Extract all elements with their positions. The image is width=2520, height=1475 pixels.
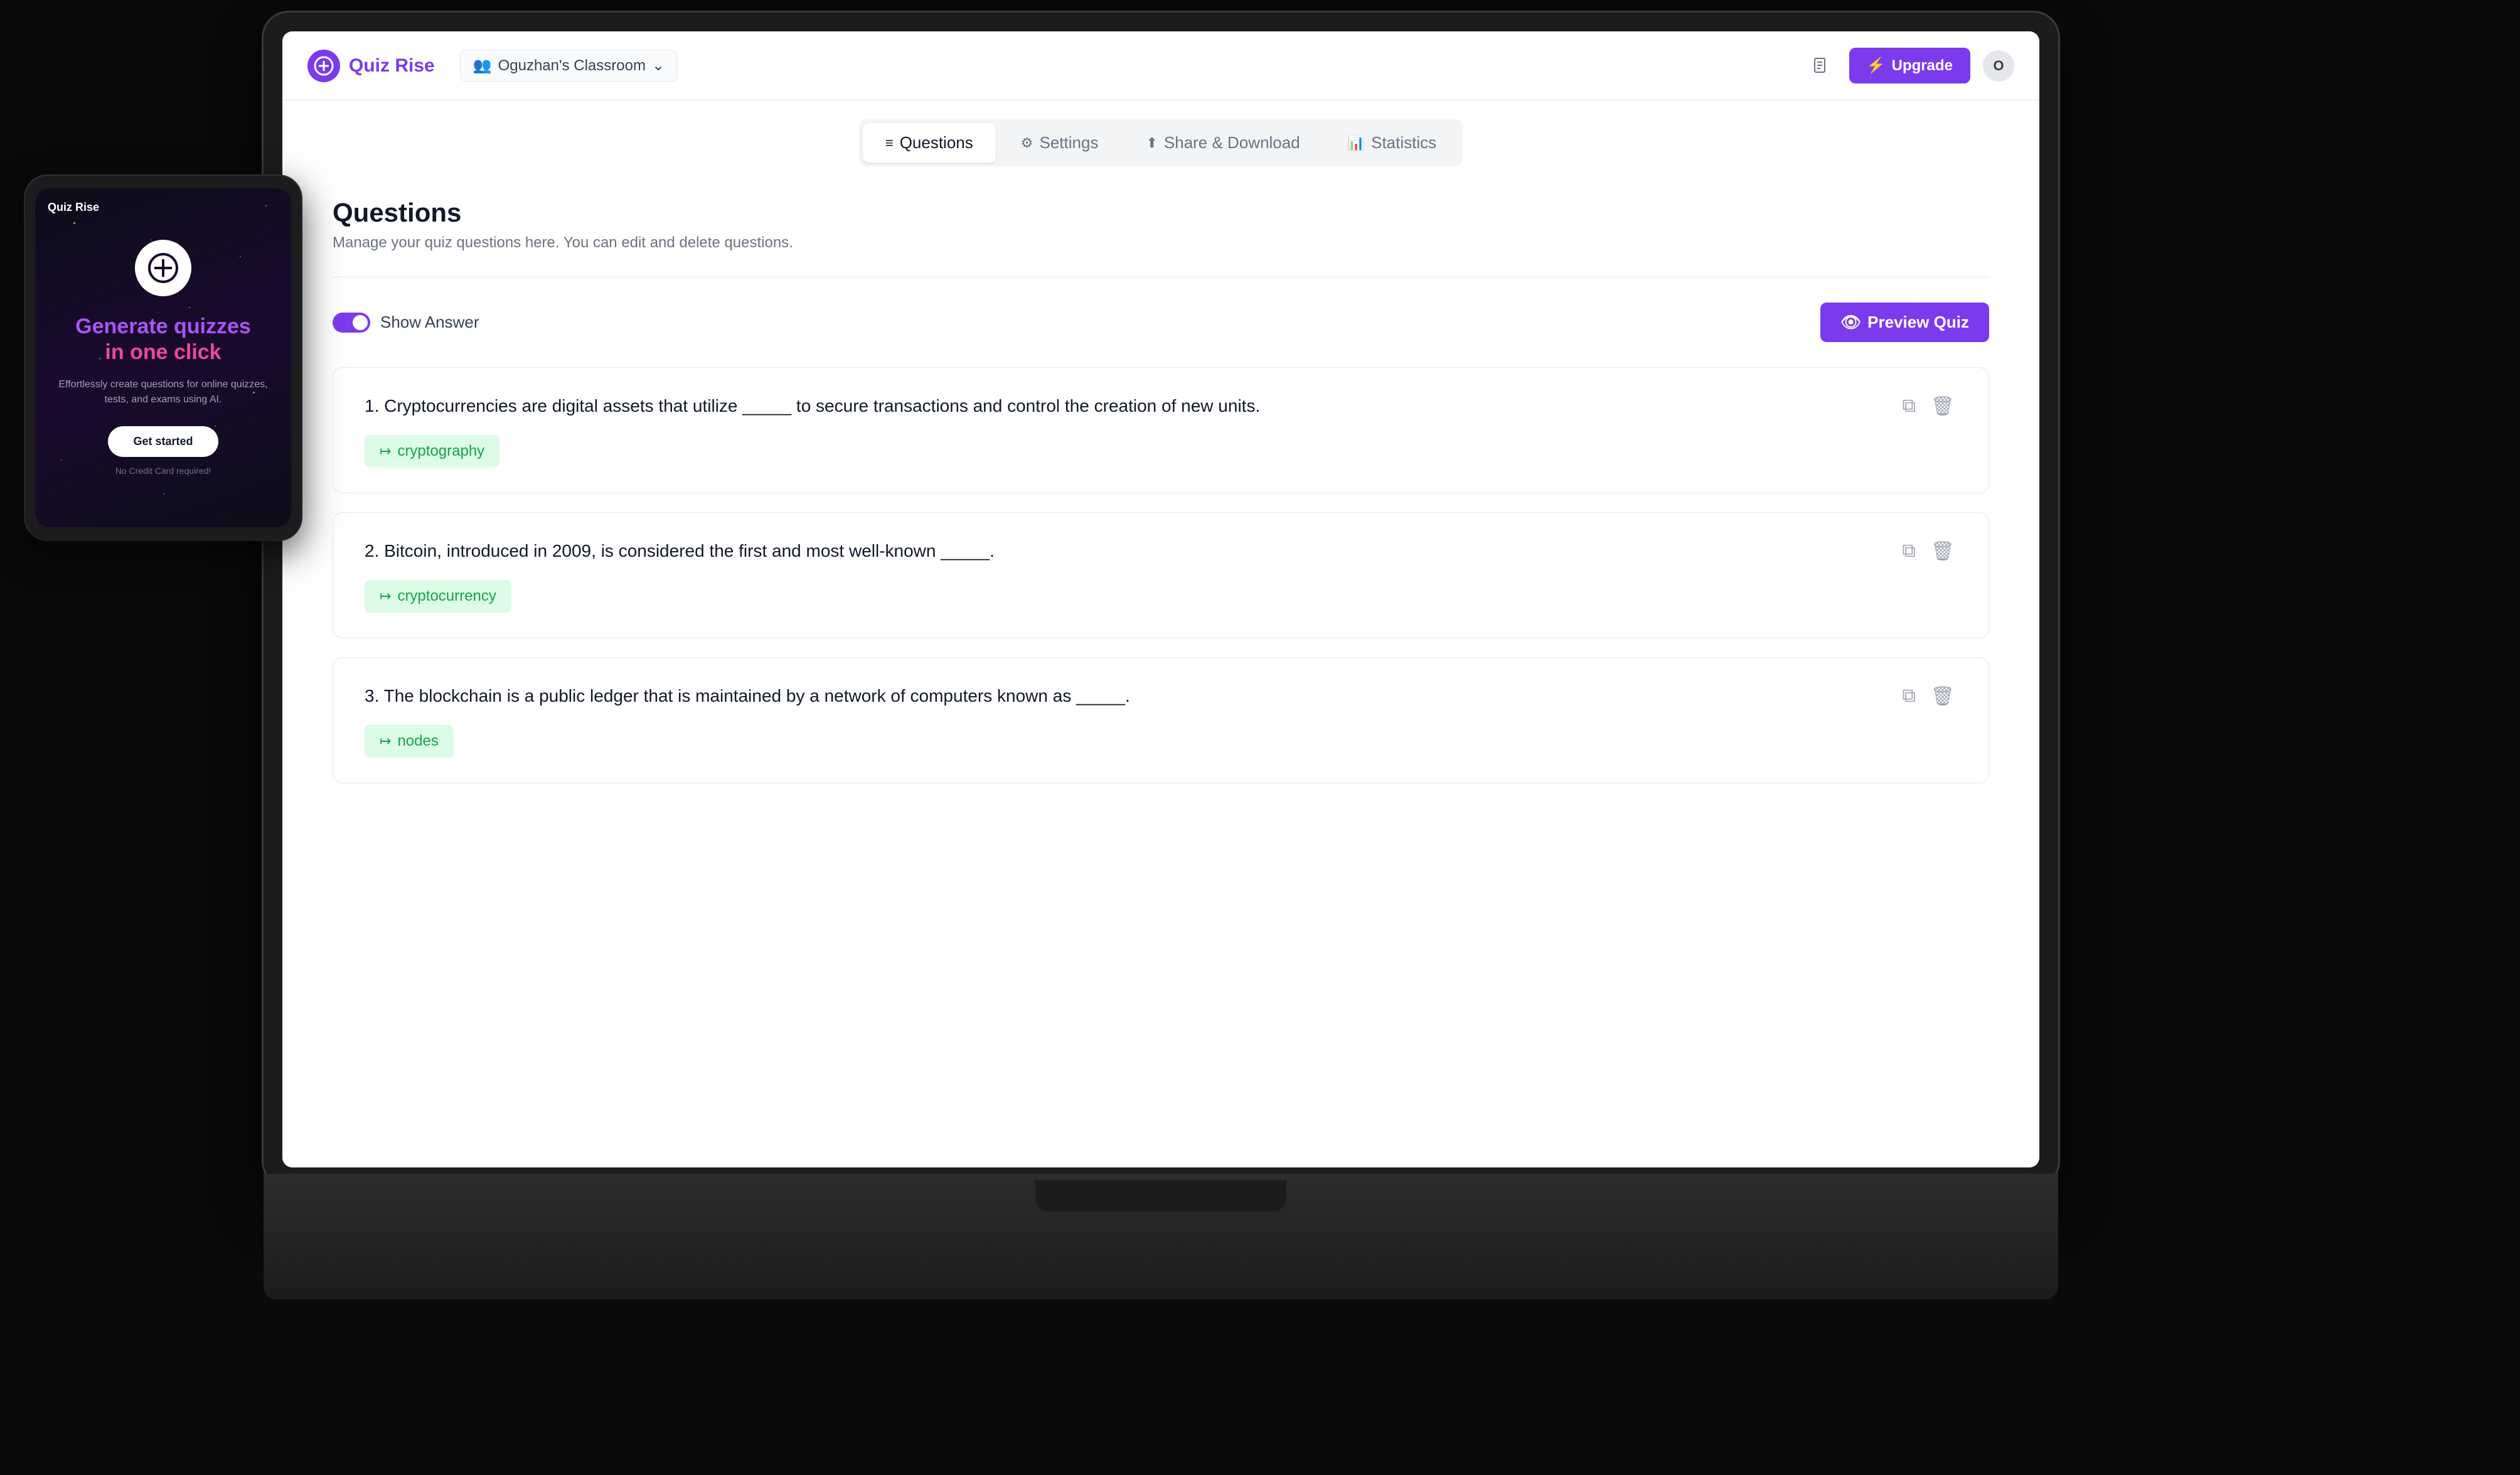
- preview-quiz-label: Preview Quiz: [1867, 313, 1969, 332]
- delete-icon-q2[interactable]: 🗑: [1928, 538, 1957, 565]
- answer-text-q3: nodes: [397, 732, 438, 750]
- tab-share-label: Share & Download: [1164, 133, 1300, 153]
- avatar-initial: O: [1993, 58, 2004, 74]
- preview-icon: 👁: [1840, 313, 1861, 332]
- answer-badge-q3: ↦ nodes: [365, 725, 454, 758]
- tablet-device: Quiz Rise Generate quizzes in one click …: [25, 176, 301, 540]
- tablet-app-name: Quiz Rise: [48, 201, 99, 214]
- upgrade-icon: ⚡: [1867, 56, 1886, 75]
- header-left: Quiz Rise 👥 Oguzhan's Classroom ⌄: [307, 50, 678, 82]
- question-2-text: 2. Bitcoin, introduced in 2009, is consi…: [365, 538, 1874, 564]
- show-answer-label: Show Answer: [380, 313, 479, 332]
- tablet-subtitle: Effortlessly create questions for online…: [54, 377, 272, 407]
- tab-statistics-label: Statistics: [1371, 133, 1436, 153]
- answer-text-q1: cryptography: [397, 442, 484, 460]
- classroom-icon: 👥: [473, 56, 492, 75]
- question-3-header: 3. The blockchain is a public ledger tha…: [365, 683, 1957, 710]
- question-3-actions: ⧉ 🗑: [1899, 683, 1957, 710]
- classroom-name: Oguzhan's Classroom: [498, 57, 646, 75]
- tab-settings[interactable]: ⚙ Settings: [998, 123, 1121, 163]
- question-1-actions: ⧉ 🗑: [1899, 393, 1957, 420]
- laptop-screen: Quiz Rise 👥 Oguzhan's Classroom ⌄: [282, 31, 2039, 1167]
- laptop-bezel: Quiz Rise 👥 Oguzhan's Classroom ⌄: [264, 13, 2058, 1186]
- header: Quiz Rise 👥 Oguzhan's Classroom ⌄: [282, 31, 2039, 100]
- preview-quiz-button[interactable]: 👁 Preview Quiz: [1820, 303, 1989, 342]
- avatar-button[interactable]: O: [1983, 50, 2014, 82]
- tablet-get-started-button[interactable]: Get started: [108, 426, 218, 457]
- question-card-1: 1. Cryptocurrencies are digital assets t…: [333, 367, 1989, 493]
- answer-badge-q2: ↦ cryptocurrency: [365, 580, 511, 613]
- delete-icon-q3[interactable]: 🗑: [1928, 683, 1957, 710]
- tab-questions[interactable]: ≡ Questions: [863, 123, 996, 163]
- logo-text: Quiz Rise: [349, 55, 435, 77]
- tablet-logo-icon: [135, 240, 191, 296]
- tablet-cta-label: Get started: [133, 435, 193, 448]
- question-1-header: 1. Cryptocurrencies are digital assets t…: [365, 393, 1957, 420]
- question-card-2: 2. Bitcoin, introduced in 2009, is consi…: [333, 512, 1989, 638]
- tablet-headline: Generate quizzes in one click: [75, 314, 251, 365]
- tablet-screen: Quiz Rise Generate quizzes in one click …: [35, 188, 291, 527]
- delete-icon-q1[interactable]: 🗑: [1928, 393, 1957, 420]
- header-right: ⚡ Upgrade O: [1805, 48, 2014, 83]
- controls-bar: Show Answer 👁 Preview Quiz: [333, 303, 1989, 342]
- show-answer-toggle[interactable]: [333, 313, 370, 333]
- question-card-3: 3. The blockchain is a public ledger tha…: [333, 657, 1989, 783]
- answer-badge-q1: ↦ cryptography: [365, 435, 499, 468]
- logo: Quiz Rise: [307, 50, 435, 82]
- tabs-container: ≡ Questions ⚙ Settings ⬆ Share & Downloa…: [282, 100, 2039, 166]
- laptop-base: [264, 1174, 2058, 1299]
- page-title: Questions: [333, 198, 1989, 228]
- answer-arrow-icon-q1: ↦: [380, 443, 391, 459]
- copy-icon-q3[interactable]: ⧉: [1899, 683, 1918, 710]
- copy-icon-q2[interactable]: ⧉: [1899, 538, 1918, 565]
- app-container: Quiz Rise 👥 Oguzhan's Classroom ⌄: [282, 31, 2039, 1167]
- classroom-badge[interactable]: 👥 Oguzhan's Classroom ⌄: [460, 50, 678, 82]
- answer-text-q2: cryptocurrency: [397, 587, 496, 605]
- tablet-no-credit-card: No Credit Card required!: [115, 466, 211, 476]
- toggle-thumb: [353, 315, 368, 330]
- answer-arrow-icon-q2: ↦: [380, 588, 391, 604]
- laptop-notch: [1035, 1180, 1286, 1211]
- laptop-device: Quiz Rise 👥 Oguzhan's Classroom ⌄: [264, 13, 2058, 1299]
- tab-share[interactable]: ⬆ Share & Download: [1123, 123, 1322, 163]
- dropdown-chevron-icon: ⌄: [652, 56, 665, 75]
- tab-statistics[interactable]: 📊 Statistics: [1325, 123, 1459, 163]
- question-2-header: 2. Bitcoin, introduced in 2009, is consi…: [365, 538, 1957, 565]
- question-1-text: 1. Cryptocurrencies are digital assets t…: [365, 393, 1874, 419]
- stats-tab-icon: 📊: [1348, 135, 1365, 151]
- main-content: Questions Manage your quiz questions her…: [282, 166, 2039, 1167]
- upgrade-label: Upgrade: [1892, 57, 1953, 75]
- share-tab-icon: ⬆: [1146, 135, 1157, 151]
- tabs: ≡ Questions ⚙ Settings ⬆ Share & Downloa…: [859, 119, 1463, 166]
- tablet-bezel: Quiz Rise Generate quizzes in one click …: [25, 176, 301, 540]
- tab-settings-label: Settings: [1040, 133, 1099, 153]
- page-subtitle: Manage your quiz questions here. You can…: [333, 234, 1989, 252]
- upgrade-button[interactable]: ⚡ Upgrade: [1849, 48, 1970, 83]
- question-2-actions: ⧉ 🗑: [1899, 538, 1957, 565]
- tab-questions-label: Questions: [900, 133, 973, 153]
- question-3-text: 3. The blockchain is a public ledger tha…: [365, 683, 1874, 709]
- logo-icon: [307, 50, 340, 82]
- settings-tab-icon: ⚙: [1021, 135, 1033, 151]
- tablet-headline-purple: Generate quizzes: [75, 314, 251, 338]
- document-icon-button[interactable]: [1805, 50, 1837, 82]
- tablet-headline-pink: in one click: [105, 340, 221, 364]
- answer-arrow-icon-q3: ↦: [380, 733, 391, 749]
- questions-tab-icon: ≡: [885, 135, 894, 151]
- copy-icon-q1[interactable]: ⧉: [1899, 393, 1918, 420]
- show-answer-toggle-group: Show Answer: [333, 313, 479, 333]
